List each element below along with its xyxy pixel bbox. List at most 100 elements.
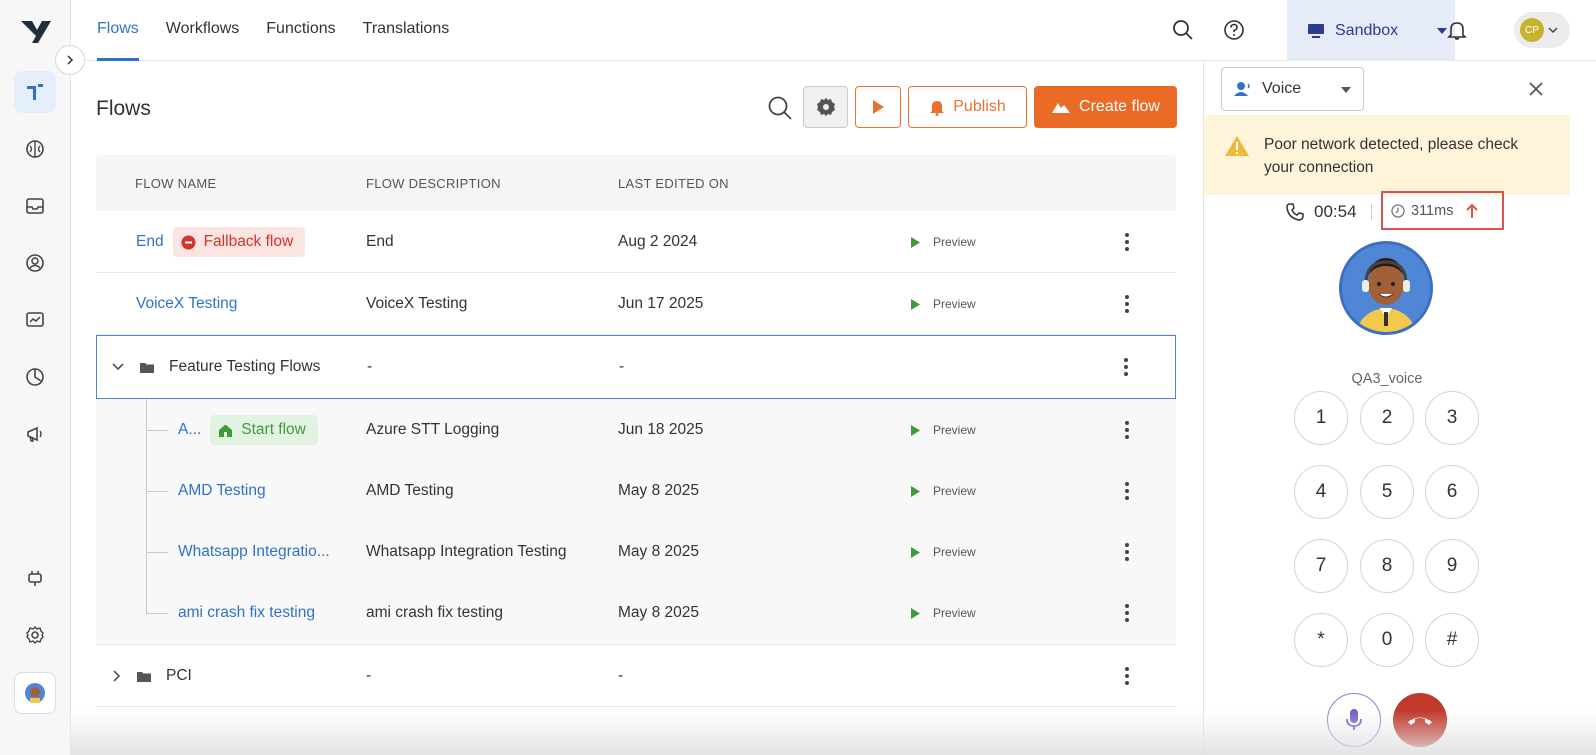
mute-button[interactable] <box>1327 693 1381 747</box>
create-flow-label: Create flow <box>1079 98 1160 115</box>
chevron-right-icon[interactable] <box>112 669 122 683</box>
row-menu-button[interactable] <box>1121 273 1133 335</box>
row-menu-button[interactable] <box>1121 460 1133 522</box>
rail-item-bots[interactable] <box>14 71 56 113</box>
tab-translations[interactable]: Translations <box>363 0 450 61</box>
table-row[interactable]: End Fallback flow End Aug 2 2024 Preview <box>96 211 1176 273</box>
dialpad-key-8[interactable]: 8 <box>1360 539 1414 593</box>
publish-button[interactable]: Publish <box>908 86 1027 128</box>
table-row[interactable]: ami crash fix testing ami crash fix test… <box>96 582 1176 645</box>
row-menu-button[interactable] <box>1121 521 1133 583</box>
badge-label: Fallback flow <box>203 233 294 250</box>
folder-row[interactable]: Feature Testing Flows - - <box>96 335 1176 399</box>
dialpad-key-5[interactable]: 5 <box>1360 465 1414 519</box>
rail-item-campaigns[interactable] <box>14 413 56 455</box>
test-flow-button[interactable] <box>855 86 901 128</box>
flow-edited-date: Jun 17 2025 <box>618 295 704 312</box>
flow-settings-button[interactable] <box>803 86 848 128</box>
flow-name-link[interactable]: ami crash fix testing <box>178 604 315 622</box>
environment-selector[interactable]: Sandbox <box>1287 0 1455 61</box>
tree-line <box>146 552 168 553</box>
settings-icon <box>26 626 44 644</box>
tree-line <box>146 399 147 613</box>
notifications-button[interactable] <box>1443 16 1471 44</box>
preview-button[interactable]: Preview <box>910 211 976 273</box>
preview-button[interactable]: Preview <box>910 521 976 583</box>
flow-name-link[interactable]: End <box>136 233 164 251</box>
table-header: FLOW NAME FLOW DESCRIPTION LAST EDITED O… <box>96 155 1176 211</box>
flow-name-link[interactable]: Whatsapp Integratio... <box>178 543 330 561</box>
flow-name-link[interactable]: VoiceX Testing <box>136 295 237 313</box>
search-flows-button[interactable] <box>767 95 793 121</box>
close-icon[interactable] <box>1524 77 1548 101</box>
channel-select[interactable]: Voice <box>1221 67 1364 111</box>
user-menu[interactable]: CP <box>1514 12 1570 48</box>
tab-functions[interactable]: Functions <box>266 0 335 61</box>
latency-value: 311ms <box>1411 202 1454 219</box>
rail-item-users[interactable] <box>14 242 56 284</box>
folder-description: - <box>367 358 373 375</box>
preview-button[interactable]: Preview <box>910 460 976 522</box>
flow-edited-date: May 8 2025 <box>618 482 699 499</box>
rail-user-avatar[interactable] <box>14 672 56 714</box>
rail-item-settings[interactable] <box>14 614 56 656</box>
row-menu-button[interactable] <box>1121 211 1133 273</box>
rail-item-inbox[interactable] <box>14 185 56 227</box>
brand-logo[interactable] <box>20 18 52 46</box>
flow-name-link[interactable]: A... <box>178 421 201 439</box>
folder-edited-date: - <box>619 358 625 375</box>
folder-row[interactable]: PCI - - <box>96 645 1176 707</box>
dialpad-key-4[interactable]: 4 <box>1294 465 1348 519</box>
dialpad-key-hash[interactable]: # <box>1425 613 1479 667</box>
dialpad-key-star[interactable]: * <box>1294 613 1348 667</box>
row-menu-button[interactable] <box>1121 645 1133 707</box>
dialpad-key-9[interactable]: 9 <box>1425 539 1479 593</box>
avatar <box>25 683 45 703</box>
preview-button[interactable]: Preview <box>910 273 976 335</box>
flow-edited-date: May 8 2025 <box>618 604 699 621</box>
dialpad-key-2[interactable]: 2 <box>1360 391 1414 445</box>
dialpad-key-0[interactable]: 0 <box>1360 613 1414 667</box>
rail-item-ai[interactable] <box>14 128 56 170</box>
dialpad-key-1[interactable]: 1 <box>1294 391 1348 445</box>
flow-name-link[interactable]: AMD Testing <box>178 482 266 500</box>
help-button[interactable] <box>1220 16 1248 44</box>
tab-workflows[interactable]: Workflows <box>166 0 240 61</box>
analytics-icon <box>26 312 44 327</box>
global-search-button[interactable] <box>1169 16 1197 44</box>
flow-description: End <box>366 233 394 250</box>
left-rail <box>0 0 71 755</box>
mountain-icon <box>1052 103 1071 113</box>
pie-chart-icon <box>26 368 44 386</box>
play-icon <box>911 424 920 436</box>
flow-description: AMD Testing <box>366 482 454 499</box>
row-menu-button[interactable] <box>1121 582 1133 644</box>
clock-icon <box>1391 203 1405 218</box>
row-menu-button[interactable] <box>1120 336 1132 398</box>
preview-button[interactable]: Preview <box>910 399 976 461</box>
dialpad-key-6[interactable]: 6 <box>1425 465 1479 519</box>
tree-line <box>146 491 168 492</box>
dialpad-key-7[interactable]: 7 <box>1294 539 1348 593</box>
folder-description: - <box>366 667 372 684</box>
row-menu-button[interactable] <box>1121 399 1133 461</box>
rail-item-reports[interactable] <box>14 356 56 398</box>
dialpad-key-3[interactable]: 3 <box>1425 391 1479 445</box>
more-vertical-icon <box>1125 667 1129 685</box>
table-row[interactable]: AMD Testing AMD Testing May 8 2025 Previ… <box>96 460 1176 522</box>
hang-up-button[interactable] <box>1393 693 1447 747</box>
create-flow-button[interactable]: Create flow <box>1034 86 1177 128</box>
expand-rail-button[interactable] <box>55 45 85 75</box>
rail-item-insights[interactable] <box>14 299 56 341</box>
table-row[interactable]: Whatsapp Integratio... Whatsapp Integrat… <box>96 521 1176 583</box>
agent-name: QA3_voice <box>1351 371 1423 387</box>
preview-button[interactable]: Preview <box>910 582 976 644</box>
latency-indicator: 311ms <box>1381 191 1504 230</box>
tab-flows[interactable]: Flows <box>97 0 139 61</box>
rail-item-integrations[interactable] <box>14 557 56 599</box>
chevron-down-icon[interactable] <box>111 362 125 372</box>
inbox-icon <box>26 198 44 214</box>
fallback-flow-badge: Fallback flow <box>172 227 306 257</box>
table-row[interactable]: A... Start flow Azure STT Logging Jun 18… <box>96 399 1176 461</box>
table-row[interactable]: VoiceX Testing VoiceX Testing Jun 17 202… <box>96 273 1176 335</box>
